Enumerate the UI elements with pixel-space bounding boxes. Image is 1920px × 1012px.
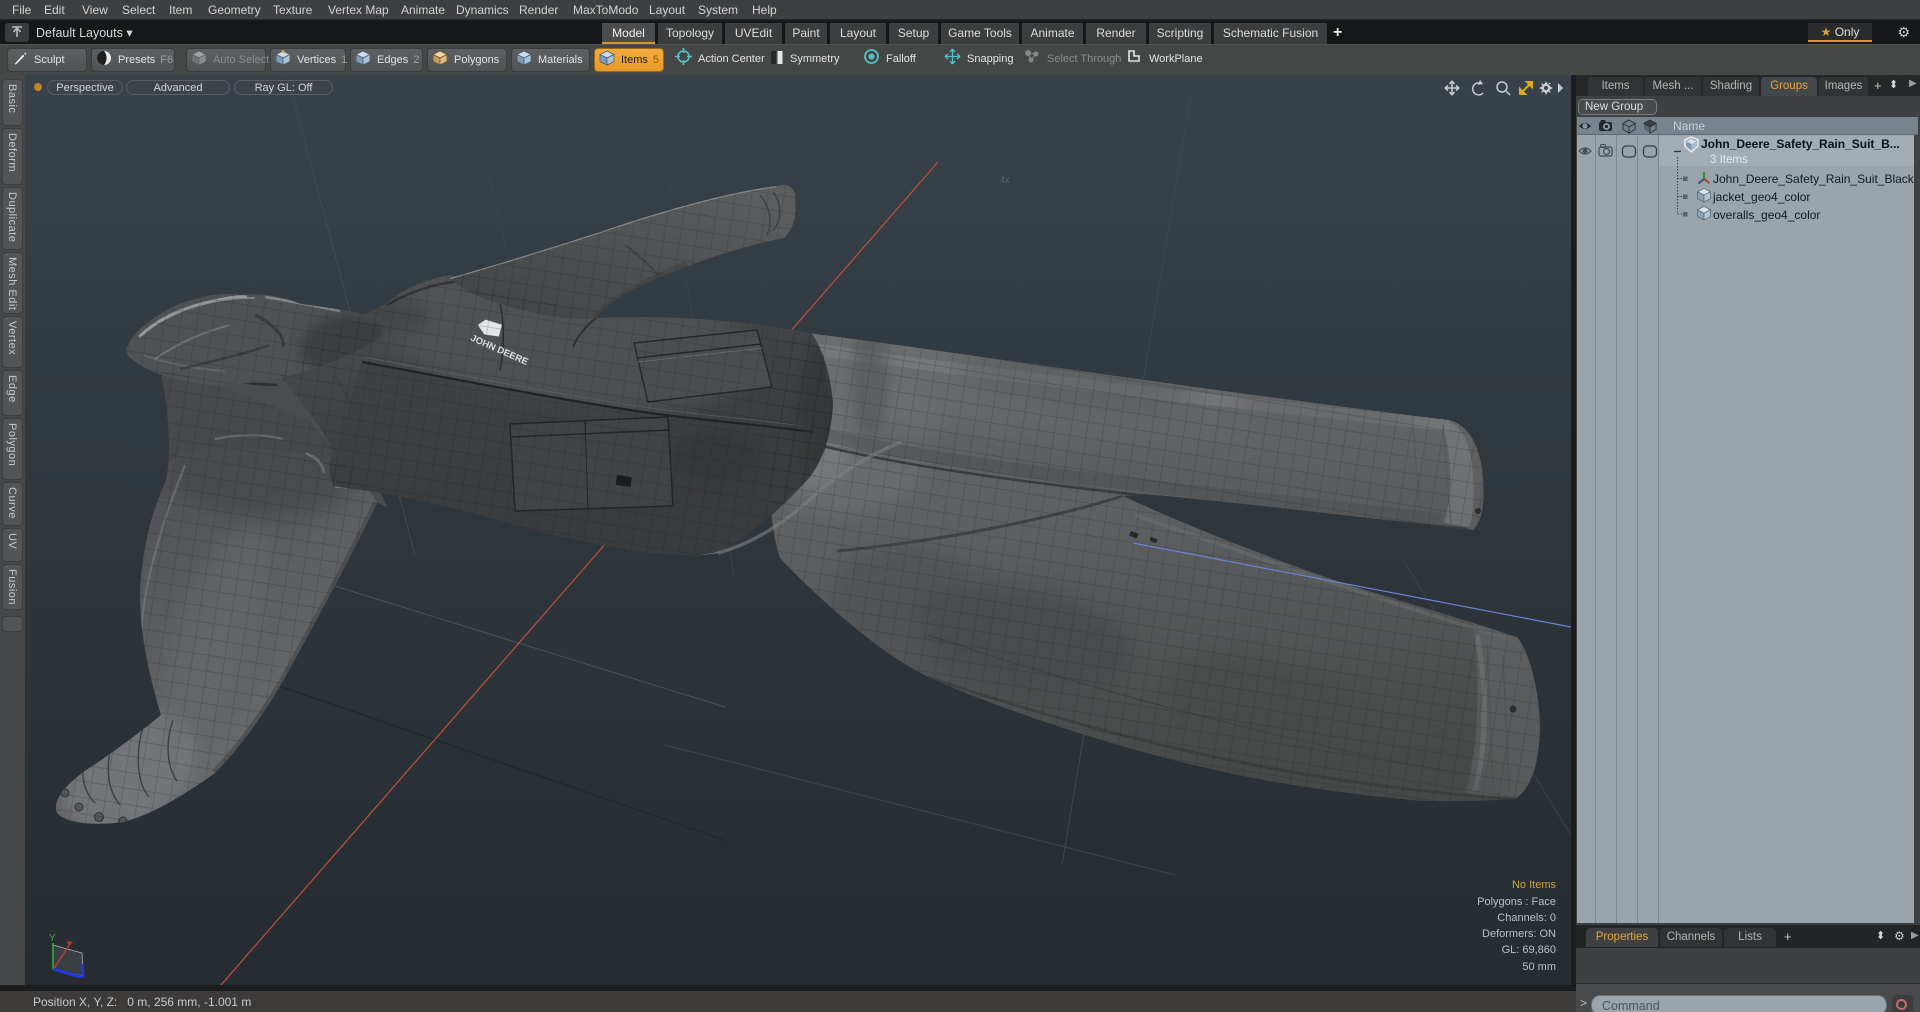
svg-text:Y: Y — [49, 933, 56, 944]
svg-text:4x: 4x — [1000, 175, 1010, 185]
